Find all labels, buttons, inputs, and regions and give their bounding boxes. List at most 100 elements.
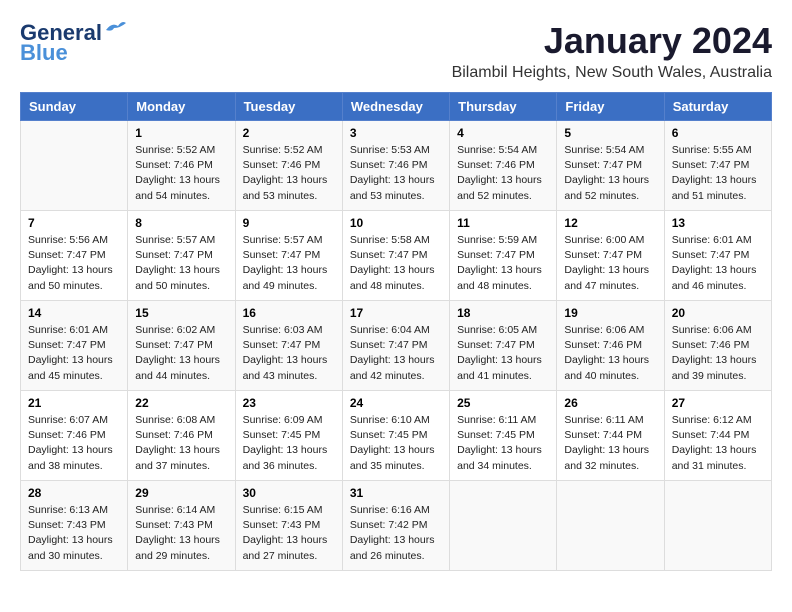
day-info: Sunrise: 5:59 AMSunset: 7:47 PMDaylight:… [457, 233, 549, 294]
calendar-cell: 28Sunrise: 6:13 AMSunset: 7:43 PMDayligh… [21, 481, 128, 571]
calendar-cell: 16Sunrise: 6:03 AMSunset: 7:47 PMDayligh… [235, 301, 342, 391]
calendar-cell: 26 Sunrise: 6:11 AMSunset: 7:44 PMDayligh… [557, 391, 664, 481]
day-info: Sunrise: 6:12 AMSunset: 7:44 PMDaylight:… [672, 413, 764, 474]
day-info: Sunrise: 5:52 AMSunset: 7:46 PMDaylight:… [243, 143, 335, 204]
calendar-cell: 2 Sunrise: 5:52 AMSunset: 7:46 PMDaylight… [235, 121, 342, 211]
calendar-cell [21, 121, 128, 211]
day-number: 10 [350, 216, 442, 230]
day-info: Sunrise: 6:07 AMSunset: 7:46 PMDaylight:… [28, 413, 120, 474]
day-info: Sunrise: 6:06 AMSunset: 7:46 PMDaylight:… [564, 323, 656, 384]
calendar-cell: 11 Sunrise: 5:59 AMSunset: 7:47 PMDayligh… [450, 211, 557, 301]
header-row: SundayMondayTuesdayWednesdayThursdayFrid… [21, 93, 772, 121]
calendar-cell: 6Sunrise: 5:55 AMSunset: 7:47 PMDaylight… [664, 121, 771, 211]
day-number: 21 [28, 396, 120, 410]
calendar-cell: 15 Sunrise: 6:02 AMSunset: 7:47 PMDayligh… [128, 301, 235, 391]
calendar-cell: 12 Sunrise: 6:00 AMSunset: 7:47 PMDayligh… [557, 211, 664, 301]
day-info: Sunrise: 5:54 AMSunset: 7:47 PMDaylight:… [564, 143, 656, 204]
day-info: Sunrise: 6:11 AMSunset: 7:44 PMDaylight:… [564, 413, 656, 474]
day-info: Sunrise: 5:58 AMSunset: 7:47 PMDaylight:… [350, 233, 442, 294]
week-row-5: 28Sunrise: 6:13 AMSunset: 7:43 PMDayligh… [21, 481, 772, 571]
day-number: 1 [135, 126, 227, 140]
calendar-cell: 14Sunrise: 6:01 AMSunset: 7:47 PMDayligh… [21, 301, 128, 391]
day-number: 18 [457, 306, 549, 320]
day-info: Sunrise: 6:08 AMSunset: 7:46 PMDaylight:… [135, 413, 227, 474]
logo-blue: Blue [20, 40, 68, 66]
calendar-cell: 20Sunrise: 6:06 AMSunset: 7:46 PMDayligh… [664, 301, 771, 391]
day-number: 24 [350, 396, 442, 410]
day-info: Sunrise: 6:04 AMSunset: 7:47 PMDaylight:… [350, 323, 442, 384]
day-number: 2 [243, 126, 335, 140]
day-number: 12 [564, 216, 656, 230]
day-info: Sunrise: 5:57 AMSunset: 7:47 PMDaylight:… [243, 233, 335, 294]
day-info: Sunrise: 5:53 AMSunset: 7:46 PMDaylight:… [350, 143, 442, 204]
day-number: 29 [135, 486, 227, 500]
day-number: 17 [350, 306, 442, 320]
calendar-cell: 10 Sunrise: 5:58 AMSunset: 7:47 PMDayligh… [342, 211, 449, 301]
header-cell-tuesday: Tuesday [235, 93, 342, 121]
week-row-3: 14Sunrise: 6:01 AMSunset: 7:47 PMDayligh… [21, 301, 772, 391]
day-number: 5 [564, 126, 656, 140]
calendar-cell: 7Sunrise: 5:56 AMSunset: 7:47 PMDaylight… [21, 211, 128, 301]
calendar-cell: 9 Sunrise: 5:57 AMSunset: 7:47 PMDaylight… [235, 211, 342, 301]
day-info: Sunrise: 6:02 AMSunset: 7:47 PMDaylight:… [135, 323, 227, 384]
calendar-cell: 21 Sunrise: 6:07 AMSunset: 7:46 PMDayligh… [21, 391, 128, 481]
day-info: Sunrise: 6:05 AMSunset: 7:47 PMDaylight:… [457, 323, 549, 384]
day-number: 13 [672, 216, 764, 230]
day-info: Sunrise: 6:01 AMSunset: 7:47 PMDaylight:… [672, 233, 764, 294]
day-info: Sunrise: 5:52 AMSunset: 7:46 PMDaylight:… [135, 143, 227, 204]
calendar-cell [557, 481, 664, 571]
calendar-cell: 17 Sunrise: 6:04 AMSunset: 7:47 PMDayligh… [342, 301, 449, 391]
day-info: Sunrise: 6:00 AMSunset: 7:47 PMDaylight:… [564, 233, 656, 294]
day-info: Sunrise: 6:16 AMSunset: 7:42 PMDaylight:… [350, 503, 442, 564]
day-number: 8 [135, 216, 227, 230]
week-row-1: 1 Sunrise: 5:52 AMSunset: 7:46 PMDaylight… [21, 121, 772, 211]
day-info: Sunrise: 5:54 AMSunset: 7:46 PMDaylight:… [457, 143, 549, 204]
day-info: Sunrise: 6:15 AMSunset: 7:43 PMDaylight:… [243, 503, 335, 564]
calendar-cell: 24 Sunrise: 6:10 AMSunset: 7:45 PMDayligh… [342, 391, 449, 481]
day-number: 31 [350, 486, 442, 500]
day-info: Sunrise: 6:09 AMSunset: 7:45 PMDaylight:… [243, 413, 335, 474]
title-area: January 2024 Bilambil Heights, New South… [452, 20, 772, 82]
day-number: 30 [243, 486, 335, 500]
day-number: 23 [243, 396, 335, 410]
header-cell-saturday: Saturday [664, 93, 771, 121]
day-info: Sunrise: 5:57 AMSunset: 7:47 PMDaylight:… [135, 233, 227, 294]
header: General Blue January 2024 Bilambil Heigh… [20, 20, 772, 82]
day-number: 11 [457, 216, 549, 230]
day-info: Sunrise: 5:56 AMSunset: 7:47 PMDaylight:… [28, 233, 120, 294]
logo-bird-icon [104, 20, 126, 38]
calendar-cell: 31 Sunrise: 6:16 AMSunset: 7:42 PMDayligh… [342, 481, 449, 571]
calendar-cell: 27Sunrise: 6:12 AMSunset: 7:44 PMDayligh… [664, 391, 771, 481]
calendar-cell: 29 Sunrise: 6:14 AMSunset: 7:43 PMDayligh… [128, 481, 235, 571]
day-number: 6 [672, 126, 764, 140]
day-number: 4 [457, 126, 549, 140]
day-number: 22 [135, 396, 227, 410]
week-row-4: 21 Sunrise: 6:07 AMSunset: 7:46 PMDayligh… [21, 391, 772, 481]
header-cell-thursday: Thursday [450, 93, 557, 121]
week-row-2: 7Sunrise: 5:56 AMSunset: 7:47 PMDaylight… [21, 211, 772, 301]
header-cell-wednesday: Wednesday [342, 93, 449, 121]
day-info: Sunrise: 6:06 AMSunset: 7:46 PMDaylight:… [672, 323, 764, 384]
day-info: Sunrise: 6:11 AMSunset: 7:45 PMDaylight:… [457, 413, 549, 474]
calendar-cell: 18 Sunrise: 6:05 AMSunset: 7:47 PMDayligh… [450, 301, 557, 391]
day-number: 28 [28, 486, 120, 500]
calendar-cell: 3Sunrise: 5:53 AMSunset: 7:46 PMDaylight… [342, 121, 449, 211]
calendar-cell: 19 Sunrise: 6:06 AMSunset: 7:46 PMDayligh… [557, 301, 664, 391]
calendar-cell: 5 Sunrise: 5:54 AMSunset: 7:47 PMDaylight… [557, 121, 664, 211]
logo: General Blue [20, 20, 126, 66]
calendar-cell: 4 Sunrise: 5:54 AMSunset: 7:46 PMDaylight… [450, 121, 557, 211]
day-number: 9 [243, 216, 335, 230]
calendar-cell: 23 Sunrise: 6:09 AMSunset: 7:45 PMDayligh… [235, 391, 342, 481]
day-number: 15 [135, 306, 227, 320]
day-info: Sunrise: 6:14 AMSunset: 7:43 PMDaylight:… [135, 503, 227, 564]
calendar-cell: 13 Sunrise: 6:01 AMSunset: 7:47 PMDayligh… [664, 211, 771, 301]
calendar-cell: 1 Sunrise: 5:52 AMSunset: 7:46 PMDaylight… [128, 121, 235, 211]
header-cell-sunday: Sunday [21, 93, 128, 121]
calendar-table: SundayMondayTuesdayWednesdayThursdayFrid… [20, 92, 772, 571]
day-info: Sunrise: 6:10 AMSunset: 7:45 PMDaylight:… [350, 413, 442, 474]
calendar-cell: 25Sunrise: 6:11 AMSunset: 7:45 PMDayligh… [450, 391, 557, 481]
month-year-title: January 2024 [452, 20, 772, 62]
day-number: 19 [564, 306, 656, 320]
day-number: 26 [564, 396, 656, 410]
calendar-cell [664, 481, 771, 571]
